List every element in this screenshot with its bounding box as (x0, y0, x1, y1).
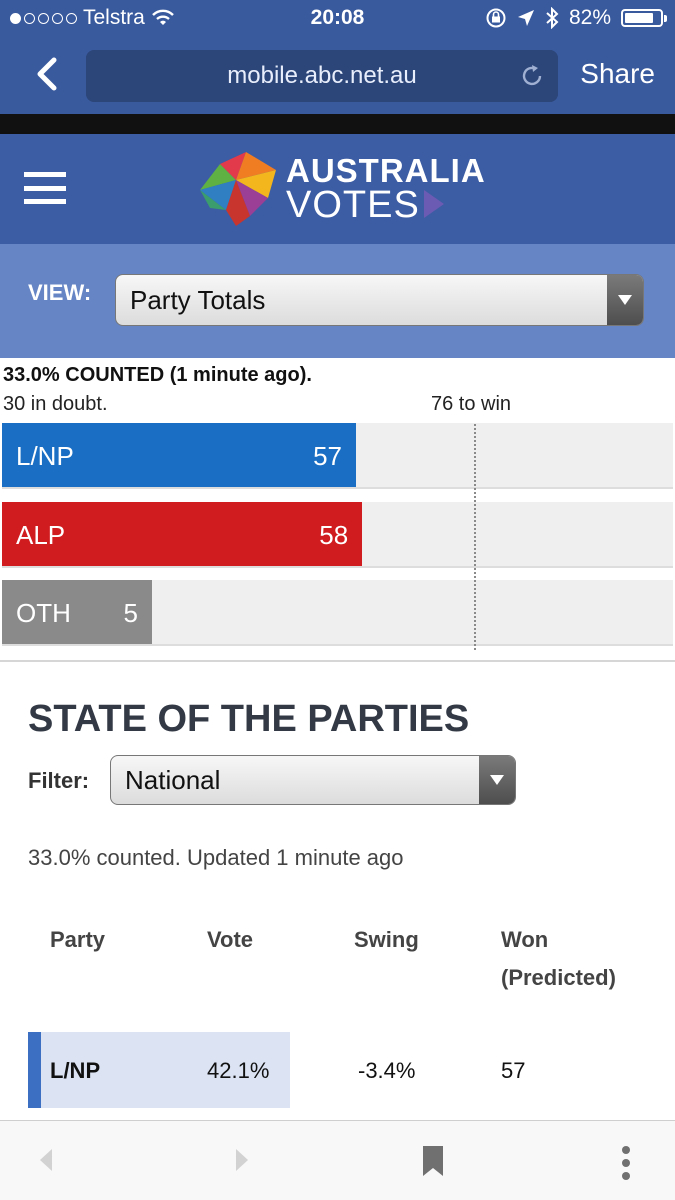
filter-selected-value: National (125, 764, 221, 795)
view-panel: VIEW: Party Totals (0, 244, 675, 358)
divider (0, 660, 675, 662)
seats-in-doubt: 30 in doubt. (3, 393, 108, 415)
row-party: L/NP (50, 1058, 101, 1083)
row-swing: -3.4% (358, 1058, 416, 1083)
address-bar[interactable]: mobile.abc.net.au (86, 50, 558, 102)
row-vote: 42.1% (207, 1058, 270, 1083)
logo-triangle-icon (424, 190, 444, 218)
battery-icon (621, 9, 667, 27)
view-selected-value: Party Totals (130, 284, 266, 315)
page-top-strip (0, 114, 675, 134)
logo-line-1: AUSTRALIA (286, 152, 486, 189)
bar-seat-count: 57 (313, 441, 342, 471)
column-header-won-line1: Won (501, 927, 549, 952)
logo-text: AUSTRALIA VOTES (286, 152, 486, 226)
status-bar: Telstra 20:08 82% (0, 0, 675, 36)
column-header-swing[interactable]: Swing (354, 921, 419, 959)
back-chevron-icon[interactable] (28, 54, 68, 94)
bar-party-label: OTH (16, 598, 71, 628)
view-label: VIEW: (28, 280, 92, 305)
counted-status: 33.0% COUNTED (1 minute ago). (3, 364, 312, 386)
majority-line (474, 424, 476, 650)
reload-icon[interactable] (518, 62, 546, 90)
party-color-stripe (28, 1032, 41, 1108)
seats-to-win: 76 to win (431, 393, 512, 415)
site-header: AUSTRALIA VOTES (0, 134, 675, 244)
section-title: STATE OF THE PARTIES (28, 698, 470, 740)
column-header-won[interactable]: Won (Predicted) (501, 921, 616, 997)
filter-label: Filter: (28, 768, 90, 793)
australia-votes-logo[interactable]: AUSTRALIA VOTES (196, 150, 486, 230)
more-icon[interactable] (618, 1145, 634, 1181)
column-header-won-line2: (Predicted) (501, 965, 616, 990)
seat-bar-oth: OTH 5 (2, 580, 673, 646)
dropdown-arrow-icon (607, 275, 643, 325)
australia-map-logo-icon (200, 152, 276, 226)
hamburger-menu-icon[interactable] (24, 172, 66, 204)
url-text: mobile.abc.net.au (227, 62, 417, 89)
seat-bar-fill: ALP 58 (2, 502, 363, 566)
seat-bar-fill: OTH 5 (2, 580, 152, 644)
dropdown-arrow-icon (479, 756, 515, 804)
row-won: 57 (501, 1058, 526, 1083)
share-button[interactable]: Share (580, 58, 655, 90)
forward-arrow-icon[interactable] (232, 1145, 252, 1175)
seat-bar-lnp: L/NP 57 (2, 423, 673, 489)
column-header-party[interactable]: Party (50, 921, 105, 959)
browser-bar: mobile.abc.net.au Share (0, 36, 675, 114)
bar-party-label: ALP (16, 520, 66, 550)
location-arrow-icon (517, 10, 534, 26)
battery-percent: 82% (568, 6, 611, 29)
seat-bar-alp: ALP 58 (2, 502, 673, 568)
logo-line-2: VOTES (286, 184, 420, 226)
filter-select[interactable]: National (110, 755, 516, 805)
bar-party-label: L/NP (16, 441, 74, 471)
browser-toolbar (0, 1120, 675, 1200)
column-header-vote[interactable]: Vote (207, 921, 253, 959)
bluetooth-icon (546, 7, 559, 29)
updated-status: 33.0% counted. Updated 1 minute ago (28, 845, 404, 870)
bar-seat-count: 58 (319, 520, 349, 550)
lock-rotation-icon (486, 8, 506, 28)
back-arrow-icon[interactable] (36, 1145, 56, 1175)
status-indicators: 82% (485, 6, 667, 30)
bookmark-icon[interactable] (422, 1145, 444, 1177)
bar-seat-count: 5 (123, 598, 138, 628)
view-select[interactable]: Party Totals (115, 274, 644, 326)
seat-bar-fill: L/NP 57 (2, 423, 356, 487)
